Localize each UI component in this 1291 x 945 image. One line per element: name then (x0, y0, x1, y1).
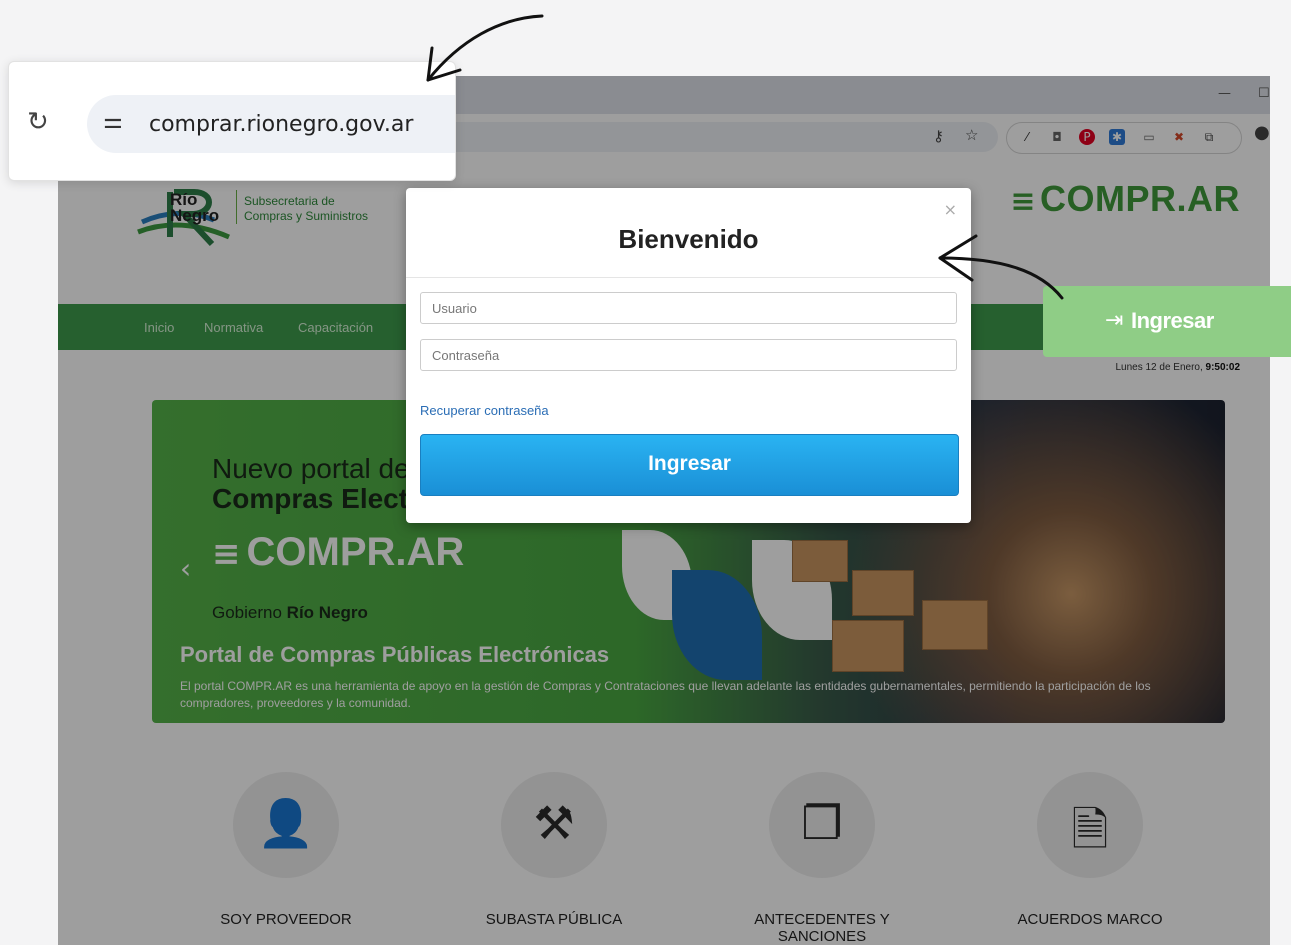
username-input[interactable] (420, 292, 957, 324)
ingresar-zoom-callout[interactable]: ⇥ Ingresar (1043, 286, 1291, 357)
close-icon[interactable]: × (944, 200, 957, 219)
site-settings-icon[interactable]: ⚌ (103, 109, 123, 134)
url-text[interactable]: comprar.rionegro.gov.ar (149, 112, 413, 137)
login-arrow-icon: ⇥ (1105, 308, 1124, 333)
recover-password-link[interactable]: Recuperar contraseña (420, 403, 549, 418)
url-zoom-callout: ↻ ⚌ comprar.rionegro.gov.ar (8, 61, 456, 181)
ingresar-label: Ingresar (1131, 308, 1214, 333)
login-modal: × Bienvenido Recuperar contraseña Ingres… (406, 188, 971, 523)
reload-icon[interactable]: ↻ (27, 107, 49, 137)
password-input[interactable] (420, 339, 957, 371)
modal-divider (406, 277, 971, 278)
login-submit-button[interactable]: Ingresar (420, 434, 959, 496)
modal-title: Bienvenido (618, 224, 759, 254)
